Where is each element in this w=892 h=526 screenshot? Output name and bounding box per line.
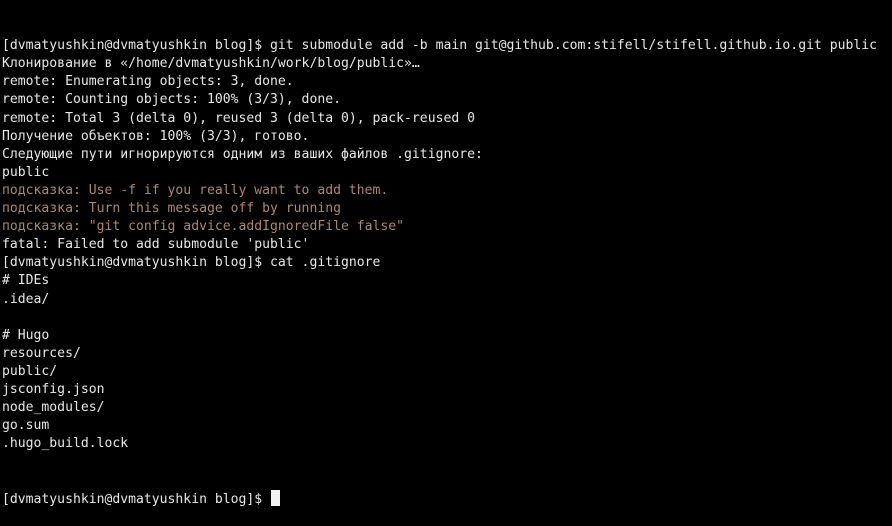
terminal-output-line: .hugo_build.lock	[2, 436, 129, 452]
terminal-output-line: Получение объектов: 100% (3/3), готово.	[2, 128, 310, 144]
shell-prompt: [dvmatyushkin@dvmatyushkin blog]$	[2, 491, 271, 507]
terminal-output-line: fatal: Failed to add submodule 'public'	[2, 237, 310, 253]
terminal-output-line: resources/	[2, 345, 81, 361]
terminal-output-line: [dvmatyushkin@dvmatyushkin blog]$ git su…	[2, 38, 878, 54]
text-cursor	[271, 489, 281, 506]
terminal-output-line: # IDEs	[2, 273, 50, 289]
terminal-output-line: Клонирование в «/home/dvmatyushkin/work/…	[2, 56, 420, 72]
terminal-output-line: node_modules/	[2, 400, 105, 416]
terminal-output-line: Следующие пути игнорируются одним из ваш…	[2, 146, 483, 162]
terminal-output-line: .idea/	[2, 291, 50, 307]
terminal-output-line: jsconfig.json	[2, 381, 105, 397]
terminal-output-line: public/	[2, 363, 58, 379]
terminal-output-line: # Hugo	[2, 327, 50, 343]
terminal-output-line: [dvmatyushkin@dvmatyushkin blog]$ cat .g…	[2, 255, 381, 271]
terminal-output-line: remote: Counting objects: 100% (3/3), do…	[2, 92, 341, 108]
terminal-output-line: go.sum	[2, 418, 50, 434]
terminal-output-line: remote: Total 3 (delta 0), reused 3 (del…	[2, 110, 475, 126]
terminal-output-line: remote: Enumerating objects: 3, done.	[2, 74, 294, 90]
terminal-hint-line: подсказка: Turn this message off by runn…	[2, 201, 341, 217]
terminal-hint-line: подсказка: Use -f if you really want to …	[2, 182, 389, 198]
terminal-output: [dvmatyushkin@dvmatyushkin blog]$ git su…	[2, 37, 892, 453]
terminal-hint-line: подсказка: "git config advice.addIgnored…	[2, 219, 405, 235]
terminal-prompt-line[interactable]: [dvmatyushkin@dvmatyushkin blog]$	[2, 489, 892, 508]
terminal-window[interactable]: [dvmatyushkin@dvmatyushkin blog]$ git su…	[0, 0, 892, 507]
terminal-output-line: public	[2, 164, 50, 180]
